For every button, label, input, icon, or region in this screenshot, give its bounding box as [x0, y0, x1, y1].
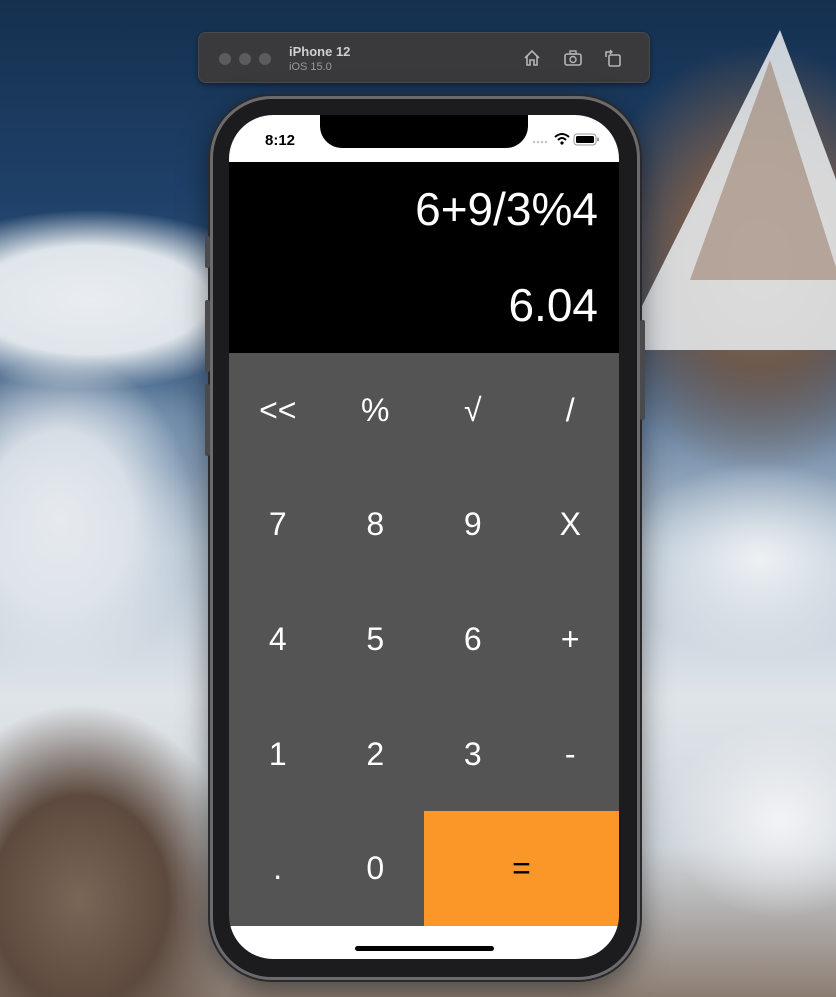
minus-button[interactable]: - — [522, 697, 620, 812]
power-button — [640, 320, 645, 420]
phone-screen: 8:12 6+9/3%4 6.04 << % √ / 7 8 9 X 4 5 6… — [229, 115, 619, 959]
status-icons — [532, 133, 599, 146]
plus-button[interactable]: + — [522, 582, 620, 697]
multiply-button[interactable]: X — [522, 468, 620, 583]
expression-text: 6+9/3%4 — [415, 183, 598, 235]
digit-0-button[interactable]: 0 — [327, 811, 425, 926]
simulator-os-version: iOS 15.0 — [289, 61, 332, 73]
digit-3-button[interactable]: 3 — [424, 697, 522, 812]
keypad: << % √ / 7 8 9 X 4 5 6 + 1 2 3 - . 0 = — [229, 353, 619, 926]
calculator-display: 6+9/3%4 6.04 — [229, 162, 619, 353]
simulator-title-bar: iPhone 12 iOS 15.0 — [198, 32, 650, 83]
digit-5-button[interactable]: 5 — [327, 582, 425, 697]
sqrt-button[interactable]: √ — [424, 353, 522, 468]
volume-down-button — [205, 384, 210, 456]
window-minimize-button[interactable] — [239, 53, 251, 65]
mountain-rock — [690, 60, 836, 280]
rotate-icon[interactable] — [602, 47, 624, 69]
digit-1-button[interactable]: 1 — [229, 697, 327, 812]
digit-4-button[interactable]: 4 — [229, 582, 327, 697]
result-text: 6.04 — [508, 279, 598, 331]
mute-switch — [205, 236, 210, 268]
volume-up-button — [205, 300, 210, 372]
simulator-device-name: iPhone 12 — [289, 44, 351, 59]
window-close-button[interactable] — [219, 53, 231, 65]
screenshot-icon[interactable] — [562, 47, 584, 69]
home-icon[interactable] — [521, 47, 543, 69]
battery-icon — [573, 133, 599, 146]
percent-button[interactable]: % — [327, 353, 425, 468]
status-time: 8:12 — [265, 132, 296, 149]
home-indicator[interactable] — [355, 946, 494, 951]
equals-button[interactable]: = — [424, 811, 619, 926]
home-indicator-area — [229, 926, 619, 959]
decimal-button[interactable]: . — [229, 811, 327, 926]
digit-7-button[interactable]: 7 — [229, 468, 327, 583]
wifi-icon — [554, 133, 570, 145]
digit-8-button[interactable]: 8 — [327, 468, 425, 583]
notch — [320, 115, 528, 148]
divide-button[interactable]: / — [522, 353, 620, 468]
status-bar: 8:12 — [229, 115, 619, 162]
backspace-button[interactable]: << — [229, 353, 327, 468]
cellular-icon — [532, 140, 548, 144]
digit-2-button[interactable]: 2 — [327, 697, 425, 812]
window-zoom-button[interactable] — [259, 53, 271, 65]
digit-9-button[interactable]: 9 — [424, 468, 522, 583]
digit-6-button[interactable]: 6 — [424, 582, 522, 697]
